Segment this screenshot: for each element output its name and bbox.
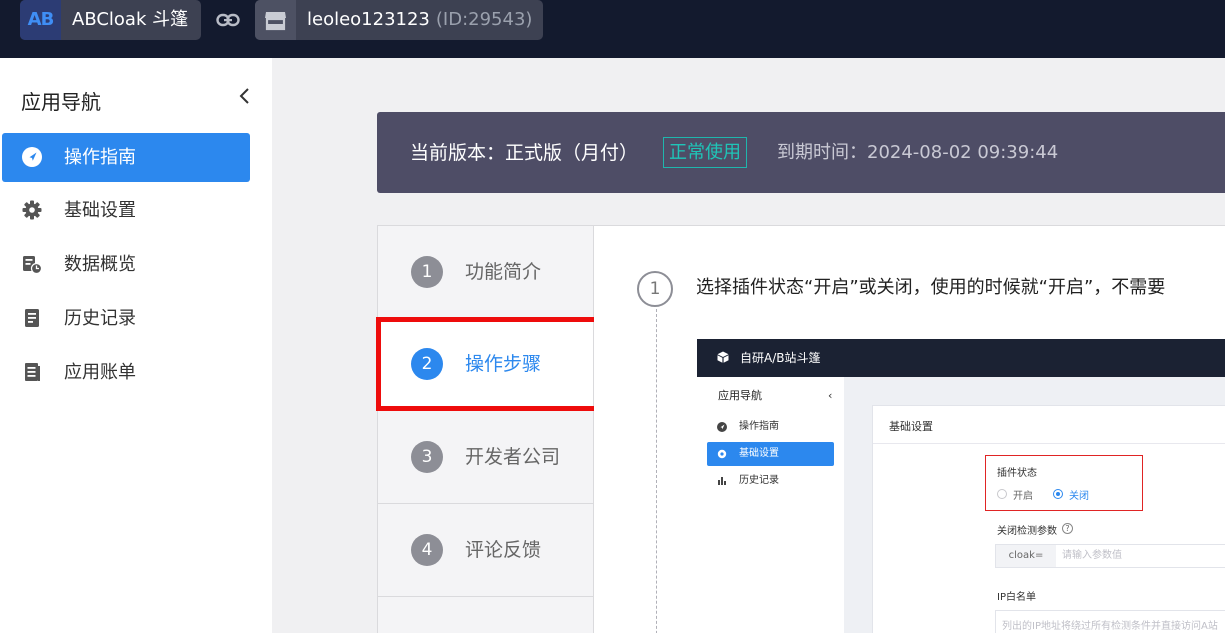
screenshot-sidebar-title: 应用导航 bbox=[718, 389, 762, 402]
radio-off bbox=[1053, 489, 1063, 499]
step-label: 评论反馈 bbox=[465, 539, 542, 561]
data-report-icon bbox=[23, 256, 42, 274]
step-number: 3 bbox=[411, 441, 443, 473]
document-icon bbox=[25, 309, 39, 327]
ip-placeholder: 列出的IP地址将绕过所有检测条件并直接访问A站 bbox=[1002, 621, 1218, 632]
expire-time: 到期时间：2024-08-02 09:39:44 bbox=[777, 142, 1059, 163]
plugin-status-label: 插件状态 bbox=[997, 468, 1037, 479]
screenshot-param-input: cloak= 请输入参数值 bbox=[995, 544, 1225, 568]
step-number: 1 bbox=[411, 256, 443, 288]
sidebar-title: 应用导航 bbox=[21, 90, 101, 114]
param-placeholder: 请输入参数值 bbox=[1062, 550, 1122, 561]
gear-icon bbox=[717, 449, 727, 459]
version-banner: 当前版本：正式版（月付） 正常使用 到期时间：2024-08-02 09:39:… bbox=[377, 112, 1225, 193]
step-item-feedback[interactable]: 4 评论反馈 bbox=[378, 504, 593, 596]
chevron-left-icon: ‹ bbox=[828, 389, 833, 402]
sidebar-item-guide[interactable]: 操作指南 bbox=[2, 133, 250, 182]
cube-icon bbox=[717, 351, 729, 363]
close-param-label: 关闭检测参数 bbox=[997, 526, 1057, 537]
status-badge: 正常使用 bbox=[663, 137, 747, 168]
app-logo: AB bbox=[20, 0, 61, 40]
divider bbox=[873, 443, 1225, 444]
chevron-left-icon[interactable] bbox=[238, 87, 252, 105]
gear-icon bbox=[22, 200, 42, 220]
send-icon bbox=[717, 422, 727, 432]
radio-on bbox=[997, 489, 1007, 499]
step-label: 功能简介 bbox=[465, 261, 542, 283]
send-icon bbox=[22, 147, 42, 167]
step-label: 开发者公司 bbox=[465, 446, 561, 468]
bar-chart-icon bbox=[718, 477, 726, 485]
screenshot-top-bar: 自研A/B站斗篷 bbox=[697, 339, 1225, 377]
radio-off-label: 关闭 bbox=[1069, 491, 1089, 502]
sidebar-item-data-overview[interactable]: 数据概览 bbox=[2, 240, 250, 289]
top-bar: AB ABCloak 斗篷 leoleo123123 (ID:29543) bbox=[0, 0, 1225, 58]
user-name-text: leoleo123123 bbox=[307, 9, 430, 30]
sidebar-item-label: 操作指南 bbox=[64, 147, 136, 168]
highlight-annotation-box bbox=[376, 317, 599, 411]
screenshot-nav-label: 历史记录 bbox=[739, 475, 779, 486]
store-icon bbox=[255, 0, 296, 40]
sidebar-item-billing[interactable]: 应用账单 bbox=[2, 348, 250, 397]
user-name: leoleo123123 (ID:29543) bbox=[307, 0, 532, 40]
param-prefix: cloak= bbox=[996, 545, 1056, 567]
screenshot-card-title: 基础设置 bbox=[889, 420, 933, 433]
help-icon: ? bbox=[1062, 523, 1073, 534]
step-item-developer[interactable]: 3 开发者公司 bbox=[378, 411, 593, 503]
screenshot-nav-label: 操作指南 bbox=[739, 421, 779, 432]
bill-icon bbox=[25, 363, 40, 381]
timeline-line bbox=[656, 309, 657, 633]
screenshot-nav-guide: 操作指南 bbox=[707, 415, 834, 439]
instruction-screenshot: 自研A/B站斗篷 应用导航 ‹ 操作指南 基础设置 历史记录 基础设置 插件状态… bbox=[697, 339, 1225, 633]
instruction-text: 选择插件状态“开启”或关闭，使用的时候就“开启”，不需要 bbox=[696, 277, 1166, 298]
app-name: ABCloak 斗篷 bbox=[72, 9, 189, 30]
step-item-intro[interactable]: 1 功能简介 bbox=[378, 226, 593, 319]
radio-on-label: 开启 bbox=[1013, 491, 1033, 502]
sidebar-item-label: 应用账单 bbox=[64, 362, 136, 383]
user-id: (ID:29543) bbox=[435, 9, 533, 30]
sidebar: 应用导航 操作指南 基础设置 数据概览 历史记录 应用账单 bbox=[0, 58, 272, 633]
step-number: 4 bbox=[411, 534, 443, 566]
screenshot-sidebar: 应用导航 ‹ 操作指南 基础设置 历史记录 bbox=[697, 377, 844, 633]
sidebar-item-basic-settings[interactable]: 基础设置 bbox=[2, 186, 250, 235]
screenshot-title: 自研A/B站斗篷 bbox=[740, 351, 821, 365]
sidebar-item-label: 历史记录 bbox=[64, 308, 136, 329]
screenshot-settings-card: 基础设置 插件状态 开启 关闭 关闭检测参数 ? cloak= 请输入参数值 I… bbox=[872, 405, 1225, 633]
sidebar-item-history[interactable]: 历史记录 bbox=[2, 294, 250, 343]
divider bbox=[378, 596, 593, 597]
link-icon[interactable] bbox=[216, 9, 240, 31]
user-account-chip[interactable]: leoleo123123 (ID:29543) bbox=[255, 0, 543, 40]
screenshot-nav-settings: 基础设置 bbox=[707, 442, 834, 466]
ip-whitelist-label: IP白名单 bbox=[997, 592, 1036, 603]
screenshot-nav-history: 历史记录 bbox=[707, 469, 834, 493]
content-step-number: 1 bbox=[637, 271, 673, 307]
version-text: 当前版本：正式版（月付） bbox=[410, 142, 639, 164]
app-switcher[interactable]: AB ABCloak 斗篷 bbox=[20, 0, 201, 40]
sidebar-item-label: 基础设置 bbox=[64, 200, 136, 221]
sidebar-item-label: 数据概览 bbox=[64, 254, 136, 275]
steps-list: 1 功能简介 2 操作步骤 3 开发者公司 4 评论反馈 bbox=[377, 225, 594, 633]
screenshot-nav-label: 基础设置 bbox=[739, 448, 779, 459]
screenshot-ip-textarea: 列出的IP地址将绕过所有检测条件并直接访问A站 bbox=[995, 610, 1225, 633]
